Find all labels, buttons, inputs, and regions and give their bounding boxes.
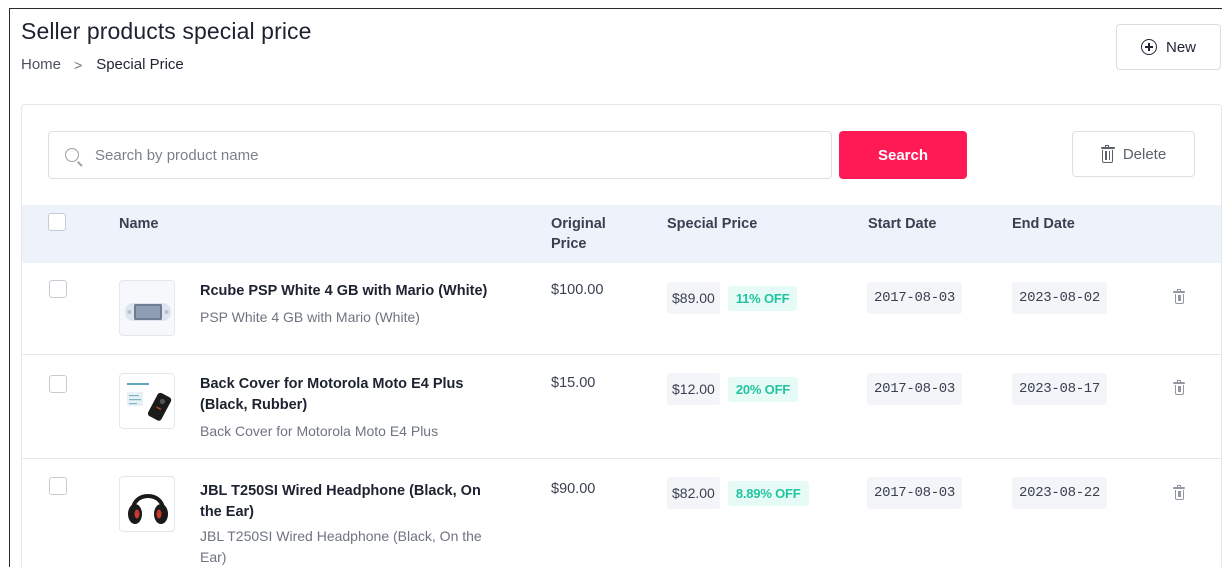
delete-button-label: Delete bbox=[1122, 145, 1167, 163]
column-name: Name bbox=[119, 216, 159, 232]
end-date-badge: 2023-08-22 bbox=[1012, 477, 1108, 509]
table-row: Back Cover for Motorola Moto E4 Plus (Bl… bbox=[22, 355, 1221, 459]
start-date-badge: 2017-08-03 bbox=[867, 373, 963, 405]
column-start-date: Start Date bbox=[868, 216, 937, 232]
table-row: JBL T250SI Wired Headphone (Black, On th… bbox=[22, 459, 1221, 567]
column-original-price-line2: Price bbox=[551, 236, 587, 252]
product-thumbnail-back-cover bbox=[119, 373, 175, 429]
plus-circle-icon bbox=[1140, 39, 1157, 55]
search-icon bbox=[65, 148, 79, 162]
product-subtitle: JBL T250SI Wired Headphone (Black, On th… bbox=[200, 528, 482, 565]
column-end-date: End Date bbox=[1012, 216, 1075, 232]
breadcrumb: Home > Special Price bbox=[21, 56, 184, 73]
search-input[interactable] bbox=[95, 146, 831, 164]
page-title: Seller products special price bbox=[21, 18, 312, 44]
special-price-badge: $82.00 bbox=[667, 477, 720, 509]
delete-button[interactable]: Delete bbox=[1072, 131, 1195, 177]
start-date-badge: 2017-08-03 bbox=[867, 282, 963, 314]
table-row: Rcube PSP White 4 GB with Mario (White) … bbox=[22, 263, 1221, 355]
table-header: Name Original Price Special Price Start … bbox=[22, 205, 1221, 263]
discount-badge: 8.89% OFF bbox=[727, 480, 809, 506]
breadcrumb-separator: > bbox=[74, 56, 83, 73]
breadcrumb-current: Special Price bbox=[96, 56, 184, 73]
search-box bbox=[48, 131, 832, 179]
new-button[interactable]: New bbox=[1116, 24, 1221, 70]
end-date-badge: 2023-08-02 bbox=[1012, 282, 1108, 314]
product-name[interactable]: Rcube PSP White 4 GB with Mario (White) bbox=[200, 281, 500, 302]
special-price-cell: $12.00 20% OFF bbox=[667, 373, 799, 405]
discount-badge: 20% OFF bbox=[727, 376, 799, 402]
row-delete-icon[interactable] bbox=[1173, 380, 1185, 395]
discount-badge: 11% OFF bbox=[727, 285, 798, 311]
select-all-checkbox[interactable] bbox=[48, 213, 66, 231]
original-price: $100.00 bbox=[551, 282, 604, 298]
special-price-badge: $89.00 bbox=[667, 282, 720, 314]
end-date-badge: 2023-08-17 bbox=[1012, 373, 1108, 405]
product-name[interactable]: JBL T250SI Wired Headphone (Black, On th… bbox=[200, 481, 500, 523]
trash-icon bbox=[1100, 144, 1115, 163]
product-name[interactable]: Back Cover for Motorola Moto E4 Plus (Bl… bbox=[200, 374, 500, 416]
row-checkbox[interactable] bbox=[49, 375, 67, 393]
column-original-price: Original Price bbox=[551, 214, 606, 254]
new-button-label: New bbox=[1165, 38, 1196, 56]
product-thumbnail-headphone bbox=[119, 476, 175, 532]
column-original-price-line1: Original bbox=[551, 216, 606, 232]
breadcrumb-home-link[interactable]: Home bbox=[21, 56, 61, 73]
original-price: $90.00 bbox=[551, 481, 596, 497]
product-subtitle: Back Cover for Motorola Moto E4 Plus bbox=[200, 423, 439, 439]
special-price-cell: $89.00 11% OFF bbox=[667, 282, 798, 314]
row-checkbox[interactable] bbox=[49, 280, 67, 298]
row-delete-icon[interactable] bbox=[1173, 485, 1185, 500]
original-price: $15.00 bbox=[551, 375, 596, 391]
column-special-price: Special Price bbox=[667, 216, 758, 232]
row-delete-icon[interactable] bbox=[1173, 289, 1185, 304]
special-price-card: Search Delete Name Original Price Specia… bbox=[21, 104, 1222, 567]
special-price-badge: $12.00 bbox=[667, 373, 720, 405]
start-date-badge: 2017-08-03 bbox=[867, 477, 963, 509]
product-thumbnail-psp bbox=[119, 280, 175, 336]
product-subtitle: PSP White 4 GB with Mario (White) bbox=[200, 309, 420, 325]
app-frame: Seller products special price Home > Spe… bbox=[9, 8, 1222, 567]
special-price-cell: $82.00 8.89% OFF bbox=[667, 477, 809, 509]
row-checkbox[interactable] bbox=[49, 477, 67, 495]
search-button[interactable]: Search bbox=[839, 131, 967, 179]
